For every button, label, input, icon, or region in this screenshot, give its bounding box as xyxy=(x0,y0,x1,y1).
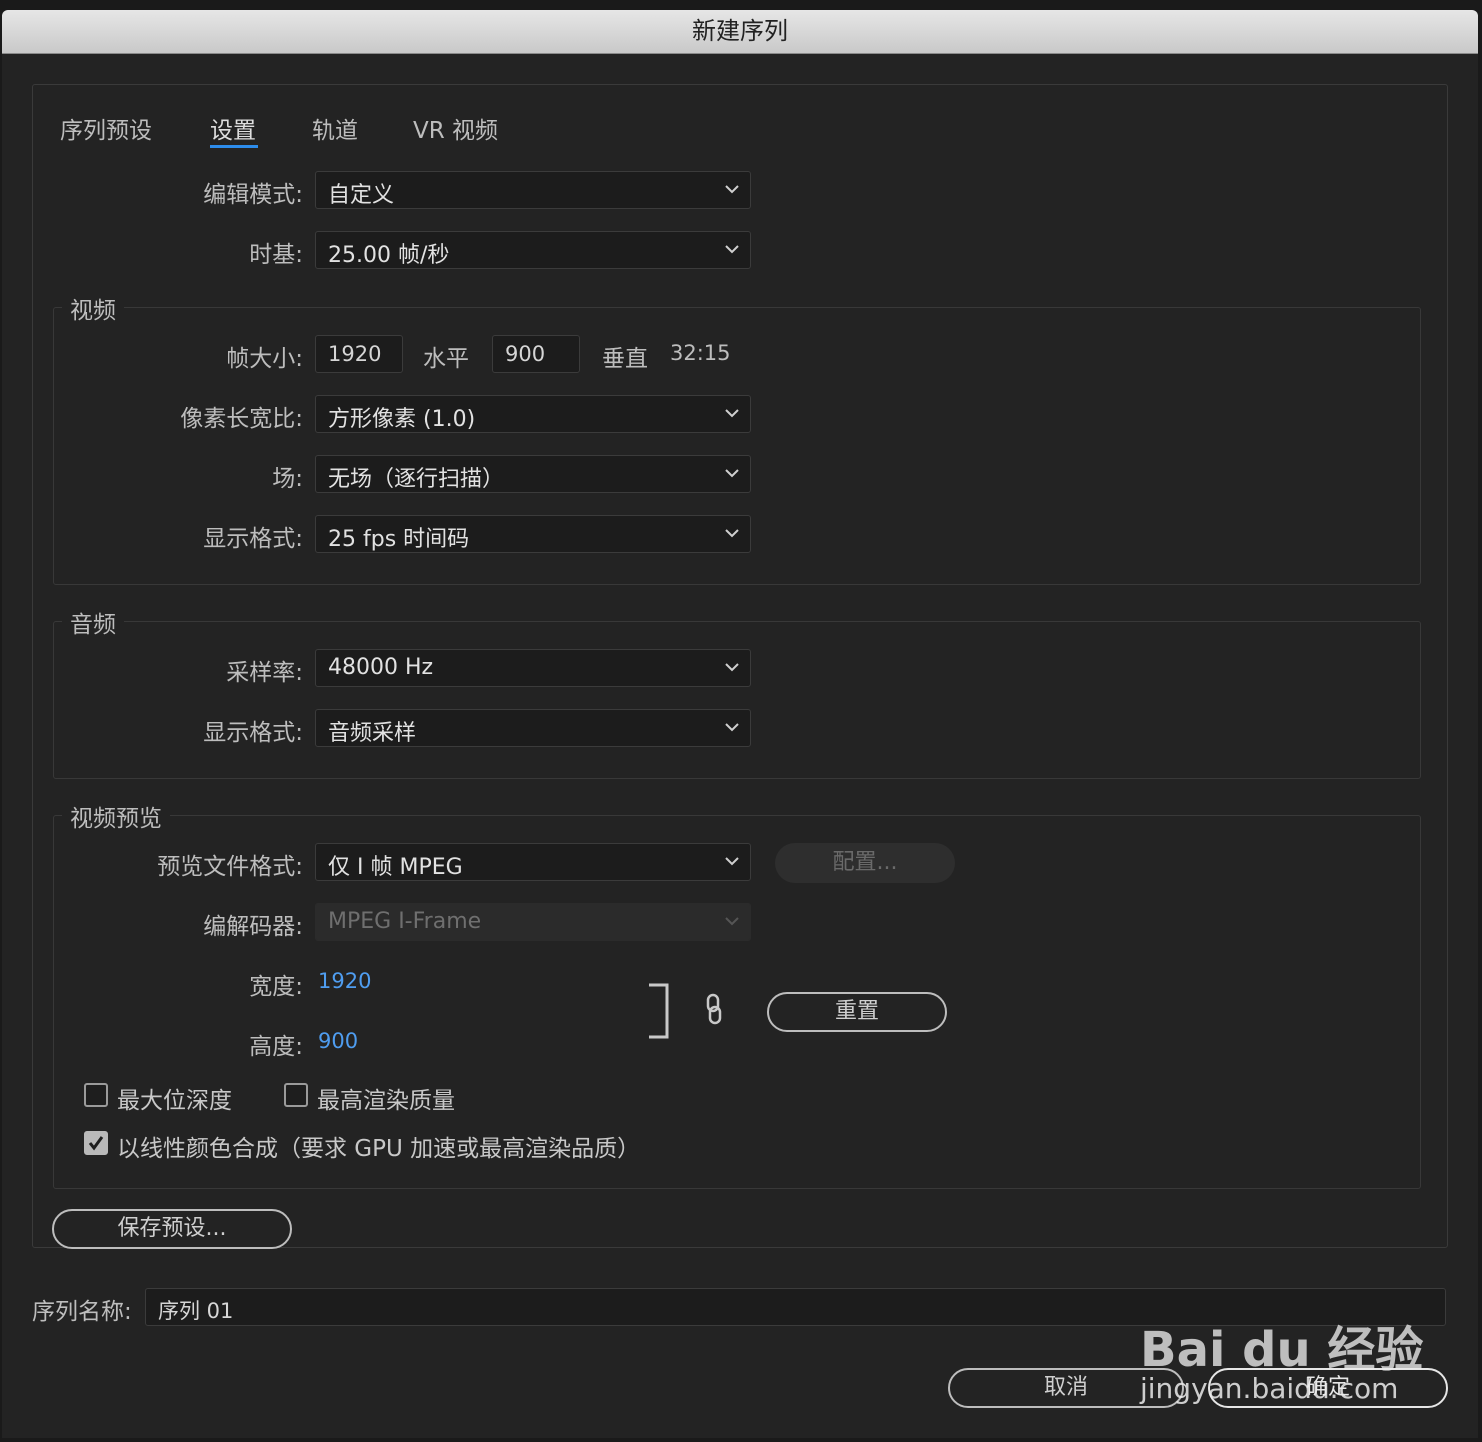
fields-label: 场: xyxy=(272,466,303,492)
save-preset-button-label: 保存预设... xyxy=(117,1216,227,1241)
chevron-down-icon xyxy=(725,857,739,866)
timebase-dropdown[interactable]: 25.00 帧/秒 xyxy=(315,231,751,269)
video-preview-group-title: 视频预览 xyxy=(62,799,170,833)
aspect-ratio-readout: 32:15 xyxy=(670,341,731,365)
video-display-format-label: 显示格式: xyxy=(203,526,303,552)
audio-group-title: 音频 xyxy=(62,605,124,639)
pixel-aspect-dropdown[interactable]: 方形像素 (1.0) xyxy=(315,395,751,433)
audio-display-format-label: 显示格式: xyxy=(203,720,303,746)
reset-button-label: 重置 xyxy=(834,999,879,1024)
active-tab-indicator xyxy=(210,145,258,148)
frame-height-value: 900 xyxy=(505,342,546,366)
linear-color-label: 以线性颜色合成（要求 GPU 加速或最高渲染品质） xyxy=(117,1136,641,1162)
codec-label: 编解码器: xyxy=(203,914,303,940)
fields-dropdown[interactable]: 无场（逐行扫描） xyxy=(315,455,751,493)
chevron-down-icon xyxy=(725,529,739,538)
pixel-aspect-label: 像素长宽比: xyxy=(180,406,303,432)
edit-mode-dropdown[interactable]: 自定义 xyxy=(315,171,751,209)
save-preset-button[interactable]: 保存预设... xyxy=(52,1209,292,1249)
new-sequence-dialog: 新建序列 序列预设 设置 轨道 VR 视频 编辑模式: 自定义 时基: 25.0… xyxy=(2,10,1478,1438)
configure-button[interactable]: 配置... xyxy=(775,843,955,883)
max-render-quality-checkbox[interactable] xyxy=(284,1083,308,1107)
watermark-url: jingyan.baidu.com xyxy=(1140,1372,1399,1405)
max-bit-depth-checkbox[interactable] xyxy=(84,1083,108,1107)
cancel-button-label: 取消 xyxy=(1043,1375,1088,1400)
video-display-format-dropdown[interactable]: 25 fps 时间码 xyxy=(315,515,751,553)
preview-file-format-value: 仅 I 帧 MPEG xyxy=(328,855,463,880)
chevron-down-icon xyxy=(725,663,739,672)
codec-dropdown[interactable]: MPEG I-Frame xyxy=(315,903,751,941)
dialog-title: 新建序列 xyxy=(692,17,788,45)
tab-tracks[interactable]: 轨道 xyxy=(312,111,358,145)
frame-width-value: 1920 xyxy=(328,342,382,366)
sample-rate-value: 48000 Hz xyxy=(328,655,434,680)
configure-button-label: 配置... xyxy=(832,850,898,875)
sequence-name-value: 序列 01 xyxy=(158,1299,234,1323)
audio-group xyxy=(53,621,1421,779)
link-bracket xyxy=(649,983,669,1039)
tab-vr-video[interactable]: VR 视频 xyxy=(413,111,498,145)
audio-display-format-dropdown[interactable]: 音频采样 xyxy=(315,709,751,747)
audio-display-format-value: 音频采样 xyxy=(328,721,417,746)
edit-mode-value: 自定义 xyxy=(328,183,395,208)
max-render-quality-label: 最高渲染质量 xyxy=(317,1088,455,1114)
watermark-brand: Bai du 经验 xyxy=(1140,1322,1424,1378)
chevron-down-icon xyxy=(725,185,739,194)
frame-width-input[interactable]: 1920 xyxy=(315,335,403,373)
frame-height-input[interactable]: 900 xyxy=(492,335,580,373)
sample-rate-label: 采样率: xyxy=(226,660,303,686)
fields-value: 无场（逐行扫描） xyxy=(328,467,505,492)
checkmark-icon xyxy=(88,1136,104,1151)
timebase-label: 时基: xyxy=(249,242,303,268)
video-display-format-value: 25 fps 时间码 xyxy=(328,527,470,552)
chevron-down-icon xyxy=(725,469,739,478)
sample-rate-dropdown[interactable]: 48000 Hz xyxy=(315,649,751,687)
edit-mode-label: 编辑模式: xyxy=(203,182,303,208)
preview-height-value[interactable]: 900 xyxy=(318,1029,358,1053)
chevron-down-icon xyxy=(725,723,739,732)
link-icon[interactable] xyxy=(703,993,725,1027)
tab-sequence-presets[interactable]: 序列预设 xyxy=(60,111,152,145)
timebase-value: 25.00 帧/秒 xyxy=(328,243,450,268)
pixel-aspect-value: 方形像素 (1.0) xyxy=(328,407,476,432)
vertical-label: 垂直 xyxy=(602,346,648,372)
title-bar: 新建序列 xyxy=(2,10,1478,54)
preview-width-label: 宽度: xyxy=(249,974,303,1000)
video-group-title: 视频 xyxy=(62,291,124,325)
chevron-down-icon xyxy=(725,409,739,418)
settings-panel: 序列预设 设置 轨道 VR 视频 编辑模式: 自定义 时基: 25.00 帧/秒… xyxy=(32,84,1448,1249)
preview-width-value[interactable]: 1920 xyxy=(318,969,371,993)
reset-button[interactable]: 重置 xyxy=(767,992,947,1032)
frame-size-label: 帧大小: xyxy=(226,346,303,372)
tab-settings[interactable]: 设置 xyxy=(210,111,256,145)
preview-file-format-dropdown[interactable]: 仅 I 帧 MPEG xyxy=(315,843,751,881)
horizontal-label: 水平 xyxy=(423,346,469,372)
sequence-name-label: 序列名称: xyxy=(32,1299,132,1325)
preview-file-format-label: 预览文件格式: xyxy=(157,854,303,880)
chevron-down-icon xyxy=(725,917,739,926)
preview-height-label: 高度: xyxy=(249,1034,303,1060)
linear-color-checkbox[interactable] xyxy=(84,1131,108,1155)
chevron-down-icon xyxy=(725,245,739,254)
codec-value: MPEG I-Frame xyxy=(328,909,482,934)
max-bit-depth-label: 最大位深度 xyxy=(117,1088,232,1114)
